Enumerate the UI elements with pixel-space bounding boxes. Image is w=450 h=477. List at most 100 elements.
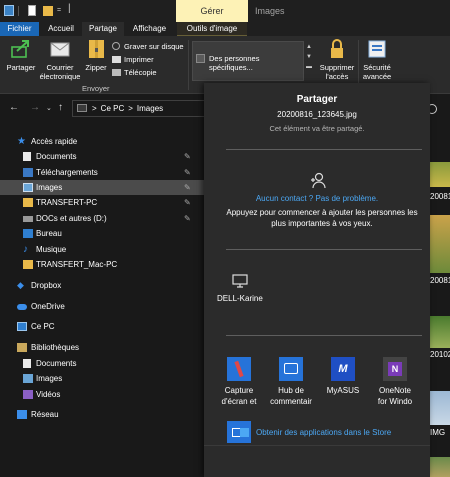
divider [226, 249, 422, 250]
manage-contextual-tab[interactable]: Gérer [176, 0, 248, 22]
app-feedback-hub[interactable]: Hub de commentair [266, 357, 316, 407]
fax-button[interactable]: Télécopie [112, 66, 184, 79]
specific-people-item[interactable]: Des personnes spécifiques... [196, 54, 303, 72]
pin-icon[interactable]: ✎ [184, 195, 191, 210]
app-snip-sketch[interactable]: Capture d'écran et [214, 357, 264, 407]
remove-access-button[interactable]: Supprimer l'accès [316, 39, 358, 81]
share-subtitle: Cet élément va être partagé. [269, 124, 365, 133]
email-button[interactable]: Courrier électronique [38, 39, 82, 81]
zip-button[interactable]: Zipper [84, 39, 108, 72]
tab-home[interactable]: Accueil [42, 22, 80, 36]
image-thumbnail[interactable] [428, 316, 450, 348]
breadcrumb-sep-2: > [128, 104, 133, 113]
computer-icon[interactable] [232, 274, 248, 288]
security-label-2: avancée [362, 72, 392, 81]
share-button[interactable]: Partager [4, 39, 38, 72]
fax-label: Télécopie [124, 68, 157, 77]
snip-sketch-icon [227, 357, 251, 381]
new-folder-icon[interactable] [43, 6, 53, 16]
sidebar-item-label: OneDrive [31, 302, 65, 311]
remove-access-label-1: Supprimer [319, 63, 355, 72]
sidebar-item-quick-access[interactable]: ★ Accès rapide [0, 134, 204, 149]
pin-icon[interactable]: ✎ [184, 211, 191, 226]
burn-button[interactable]: Graver sur disque [112, 40, 184, 53]
sidebar-item-this-pc[interactable]: Ce PC [0, 319, 204, 334]
sidebar-item-onedrive[interactable]: OneDrive [0, 299, 204, 314]
get-apps-store-link[interactable]: Obtenir des applications dans le Store [240, 428, 391, 437]
pin-icon[interactable]: ✎ [184, 149, 191, 164]
feedback-hub-icon [279, 357, 303, 381]
app-label-1: Hub de [278, 386, 304, 395]
app-label-1: MyASUS [326, 386, 360, 395]
pin-icon[interactable]: ✎ [184, 165, 191, 180]
share-with-list[interactable]: Des personnes spécifiques... [192, 41, 304, 81]
add-contact-icon[interactable] [310, 171, 326, 189]
tab-share[interactable]: Partage [82, 22, 124, 36]
sidebar-item-downloads[interactable]: Téléchargements ✎ [0, 165, 204, 180]
advanced-security-button[interactable]: Sécurité avancée [360, 39, 394, 81]
nearby-device-dell-karine[interactable]: DELL-Karine [217, 294, 263, 303]
app-onenote[interactable]: N OneNote for Windo [370, 357, 420, 407]
thumbnail-label: 20081 [430, 276, 450, 285]
fax-icon [112, 69, 121, 76]
cloud-icon [17, 304, 27, 310]
window-title: Images [255, 6, 285, 16]
breadcrumb-sep-1: > [92, 104, 97, 113]
app-label-2: for Windo [377, 397, 413, 406]
quick-access-dropdown-icon[interactable]: | [68, 3, 76, 14]
app-label-2: commentair [270, 397, 312, 406]
app-myasus[interactable]: M MyASUS [318, 357, 368, 396]
images-icon [23, 183, 33, 192]
email-icon [50, 42, 70, 57]
image-thumbnail[interactable] [428, 391, 450, 425]
image-thumbnail[interactable] [428, 162, 450, 187]
breadcrumb-images[interactable]: Images [137, 104, 163, 113]
sidebar-item-network[interactable]: Réseau [0, 407, 204, 422]
share-label: Partager [6, 63, 36, 72]
remove-access-label-2: l'accès [325, 72, 349, 81]
divider [226, 149, 422, 150]
folder-icon [23, 198, 33, 207]
forward-arrow-icon[interactable]: → [30, 102, 40, 113]
quick-access-separator [18, 6, 19, 16]
no-contact-link[interactable]: Aucun contact ? Pas de problème. [204, 194, 430, 203]
sidebar-item-images[interactable]: Images ✎ [0, 180, 204, 195]
properties-icon[interactable] [28, 5, 36, 16]
sidebar-item-music[interactable]: ♪ Musique [0, 242, 204, 257]
divider [226, 335, 422, 336]
image-thumbnail[interactable] [428, 457, 450, 477]
download-icon [23, 168, 33, 177]
sidebar-item-lib-documents[interactable]: Documents [0, 356, 204, 371]
sidebar-item-lib-images[interactable]: Images [0, 371, 204, 386]
tab-picture-tools[interactable]: Outils d'image [177, 22, 247, 36]
image-thumbnail[interactable] [428, 215, 450, 273]
tab-view[interactable]: Affichage [127, 22, 172, 36]
desktop-icon [23, 229, 33, 238]
sidebar-item-dropbox[interactable]: ◆ Dropbox [0, 278, 204, 293]
up-arrow-icon[interactable]: ↑ [58, 102, 63, 113]
quick-access-toolbar-chevron-icon[interactable]: = [57, 7, 67, 18]
share-with-scroll[interactable]: ▲ ▼ ▬ [305, 42, 313, 82]
back-arrow-icon[interactable]: ← [9, 102, 19, 113]
sidebar-item-drive-d[interactable]: DOCs et autres (D:) ✎ [0, 211, 204, 226]
print-button[interactable]: Imprimer [112, 53, 184, 66]
recent-dropdown-icon[interactable]: ⌄ [46, 104, 52, 112]
pin-icon[interactable]: ✎ [184, 180, 191, 195]
sidebar-item-libraries[interactable]: Bibliothèques [0, 340, 204, 355]
store-bag-icon [240, 428, 249, 437]
sidebar-item-desktop[interactable]: Bureau [0, 226, 204, 241]
breadcrumb-pc[interactable]: Ce PC [101, 104, 125, 113]
sidebar-item-transfert-pc[interactable]: TRANSFERT-PC ✎ [0, 195, 204, 210]
specific-people-label: Des personnes spécifiques... [209, 54, 260, 72]
burn-label: Graver sur disque [124, 42, 184, 51]
sidebar-item-label: Images [36, 374, 63, 383]
sidebar-item-label: Téléchargements [36, 168, 98, 177]
sidebar-item-documents[interactable]: Documents ✎ [0, 149, 204, 164]
share-file-name: 20200816_123645.jpg [277, 110, 357, 119]
sidebar-item-lib-videos[interactable]: Vidéos [0, 387, 204, 402]
sidebar-item-label: Ce PC [31, 322, 55, 331]
tab-file[interactable]: Fichier [0, 22, 39, 36]
images-icon [23, 374, 33, 383]
sidebar-item-transfert-mac[interactable]: TRANSFERT_Mac-PC [0, 257, 204, 272]
lock-icon [331, 39, 343, 58]
